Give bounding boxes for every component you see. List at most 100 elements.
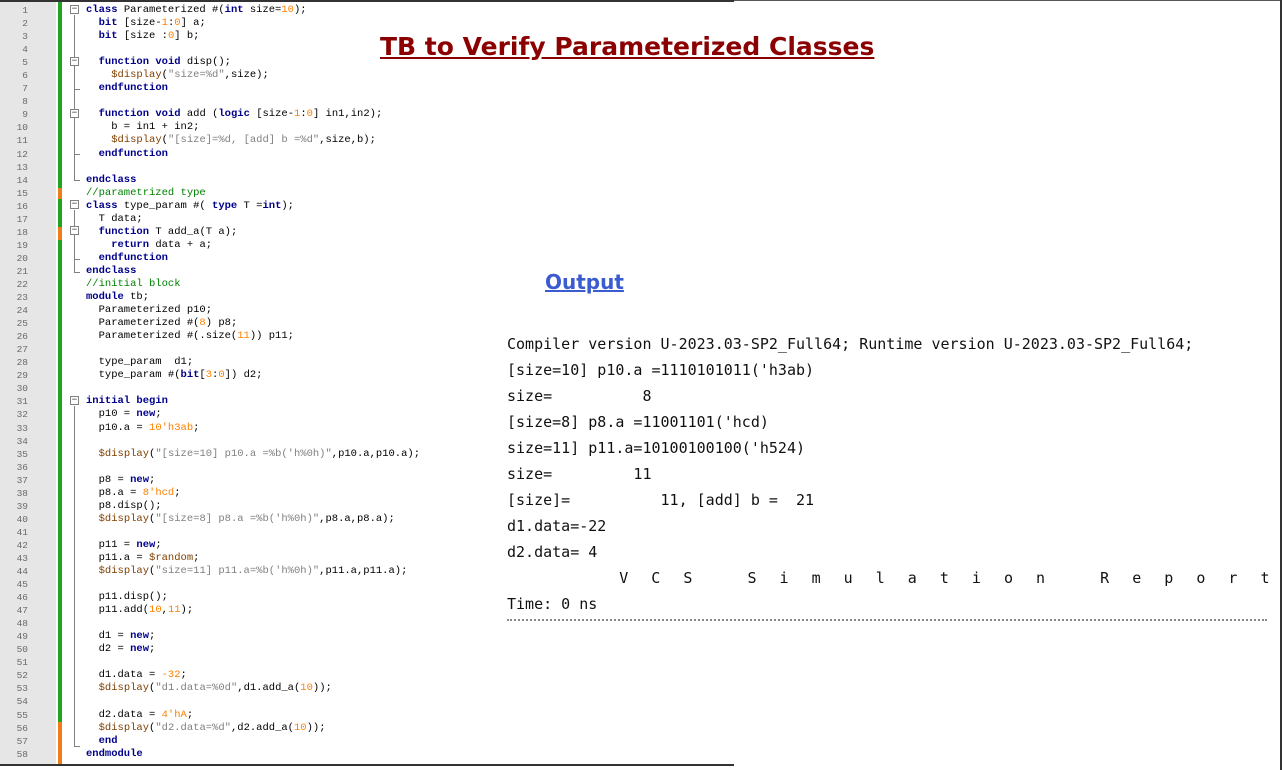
code-token: ,size,b);	[319, 134, 376, 147]
code-token: $display	[98, 512, 150, 525]
simulation-output: Compiler version U-2023.03-SP2_Full64; R…	[507, 331, 1282, 627]
code-line: 2 bit [size-1:0] a;	[0, 17, 734, 30]
code-token: "[size=8] p8.a =%b('h%0h)"	[155, 512, 320, 525]
code-token: type_param #(	[86, 369, 181, 382]
code-token: ,p10.a,p10.a);	[331, 447, 420, 460]
code-token: bit	[98, 30, 118, 43]
line-number: 32	[16, 409, 28, 421]
line-number: 43	[16, 552, 28, 564]
code-token: ) p8;	[205, 317, 238, 330]
code-token: ] in1,in2);	[312, 108, 383, 121]
code-token: int	[224, 4, 244, 16]
line-number: 52	[16, 670, 28, 682]
line-number: 33	[16, 422, 28, 434]
code-token: endmodule	[86, 747, 143, 760]
code-token: T =	[237, 199, 263, 212]
code-text: end	[86, 735, 118, 748]
line-number: 30	[16, 383, 28, 395]
code-token: module	[86, 291, 124, 304]
code-line: 52 d1.data = -32;	[0, 669, 734, 682]
code-token: d1.data =	[86, 669, 162, 682]
code-line: 24 Parameterized p10;	[0, 304, 734, 317]
code-text: //parametrized type	[86, 187, 206, 200]
code-line: 9 function void add (logic [size-1:0] in…	[0, 108, 734, 121]
code-token: add (	[180, 108, 219, 121]
code-token: 10	[149, 604, 162, 617]
code-text: p8.disp();	[86, 500, 162, 513]
code-line: 49 d1 = new;	[0, 630, 734, 643]
code-token: disp();	[180, 56, 231, 69]
code-text: type_param d1;	[86, 356, 194, 369]
line-number: 46	[16, 592, 28, 604]
code-token: int	[262, 199, 282, 212]
output-line: size= 8	[507, 387, 652, 405]
line-number: 41	[16, 526, 28, 538]
code-token: );	[293, 4, 307, 16]
code-text: $display("d1.data=%0d",d1.add_a(10));	[86, 682, 332, 695]
output-line: [size=8] p8.a =11001101('hcd)	[507, 413, 769, 431]
code-token: logic	[218, 108, 250, 121]
code-token: ,size);	[224, 69, 269, 82]
code-token: -32	[161, 669, 181, 682]
code-token: void	[155, 56, 181, 69]
code-token: $display	[98, 721, 150, 734]
line-number: 3	[22, 31, 28, 43]
code-token: function	[98, 225, 150, 238]
code-text: p10 = new;	[86, 408, 162, 421]
code-token: ] a;	[180, 17, 206, 30]
code-line: 17 T data;	[0, 213, 734, 226]
code-token: )) p11;	[249, 330, 294, 343]
code-token: endfunction	[98, 147, 168, 160]
code-text: $display("size=11] p11.a=%b('h%0h)",p11.…	[86, 565, 408, 578]
code-token: Parameterized #(	[86, 317, 200, 330]
line-number: 56	[16, 722, 28, 734]
output-line: size= 11	[507, 465, 652, 483]
code-token: p11.a =	[86, 551, 150, 564]
code-text: endmodule	[86, 748, 143, 761]
top-border	[734, 0, 1282, 1]
code-token: [size :	[117, 30, 168, 43]
code-text: function void disp();	[86, 56, 231, 69]
code-line: 50 d2 = new;	[0, 643, 734, 656]
code-token: ,d1.add_a(	[237, 682, 301, 695]
code-token: function	[98, 108, 150, 121]
code-token: d2 =	[86, 643, 131, 656]
code-text: function void add (logic [size-1:0] in1,…	[86, 108, 383, 121]
code-line: 58 endmodule	[0, 748, 734, 761]
code-line: 15 //parametrized type	[0, 187, 734, 200]
code-token: p8.a =	[86, 486, 143, 499]
code-text: endfunction	[86, 252, 168, 265]
code-token: ;	[174, 486, 181, 499]
code-token: class	[86, 4, 118, 16]
code-token: p10 =	[86, 408, 137, 421]
code-line: 25 Parameterized #(8) p8;	[0, 317, 734, 330]
line-number: 58	[16, 748, 28, 760]
code-text: p11.add(10,11);	[86, 604, 194, 617]
line-number: 44	[16, 566, 28, 578]
code-token: p8 =	[86, 473, 131, 486]
code-line: 14 endclass	[0, 174, 734, 187]
code-token: initial	[86, 395, 131, 408]
code-token: "d1.data=%0d"	[155, 682, 238, 695]
code-line: 12 endfunction	[0, 148, 734, 161]
code-text: p8.a = 8'hcd;	[86, 487, 181, 500]
code-token: "size=%d"	[167, 69, 225, 82]
code-line: 20 endfunction	[0, 252, 734, 265]
code-token: ;	[149, 643, 156, 656]
code-token: 11	[237, 330, 250, 343]
code-token: endclass	[86, 173, 137, 186]
code-token: ;	[149, 473, 156, 486]
code-token: T data;	[86, 212, 143, 225]
code-token: $display	[98, 447, 150, 460]
code-token: endclass	[86, 264, 137, 277]
line-number: 16	[16, 200, 28, 212]
line-number: 10	[16, 122, 28, 134]
line-number: 12	[16, 148, 28, 160]
code-line: 55 d2.data = 4'hA;	[0, 709, 734, 722]
code-token: 10	[281, 4, 294, 16]
line-number: 51	[16, 657, 28, 669]
line-number: 28	[16, 357, 28, 369]
line-number: 40	[16, 513, 28, 525]
